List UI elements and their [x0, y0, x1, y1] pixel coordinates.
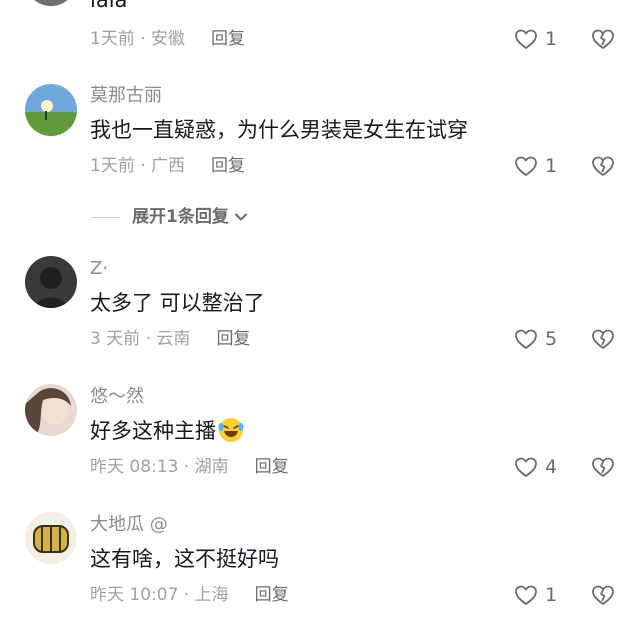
- dislike-button[interactable]: [590, 327, 616, 351]
- comment-meta: 1天前 · 广西 回复: [90, 155, 245, 177]
- avatar[interactable]: [25, 512, 77, 564]
- heart-outline-icon: [515, 156, 537, 176]
- broken-heart-icon: [592, 457, 614, 477]
- reply-button[interactable]: 回复: [211, 28, 245, 50]
- dislike-button[interactable]: [590, 455, 616, 479]
- avatar[interactable]: [25, 256, 77, 308]
- username[interactable]: 悠～然: [90, 386, 144, 408]
- heart-outline-icon: [515, 29, 537, 49]
- like-button[interactable]: 4: [514, 456, 557, 478]
- comment-text: 太多了 可以整治了: [90, 291, 265, 315]
- like-count: 1: [545, 584, 558, 606]
- broken-heart-icon: [592, 585, 614, 605]
- expand-replies-label: 展开1条回复: [132, 207, 229, 227]
- like-count: 5: [545, 328, 558, 350]
- dislike-button[interactable]: [590, 154, 616, 178]
- divider: [90, 216, 120, 218]
- like-button[interactable]: 5: [514, 328, 557, 350]
- expand-replies-button[interactable]: 展开1条回复: [90, 206, 249, 228]
- dislike-button[interactable]: [590, 27, 616, 51]
- dislike-button[interactable]: [590, 583, 616, 607]
- like-count: 1: [545, 28, 558, 50]
- reply-button[interactable]: 回复: [255, 456, 289, 478]
- heart-outline-icon: [515, 585, 537, 605]
- reply-button[interactable]: 回复: [216, 328, 250, 350]
- comment-time-location: 3 天前 · 云南: [90, 329, 191, 349]
- like-count: 4: [545, 456, 558, 478]
- comment-meta: 昨天 08:13 · 湖南 回复: [90, 456, 289, 478]
- heart-outline-icon: [515, 457, 537, 477]
- comment-meta: 昨天 10:07 · 上海 回复: [90, 584, 289, 606]
- username[interactable]: 莫那古丽: [90, 85, 162, 107]
- comment-time-location: 昨天 08:13 · 湖南: [90, 457, 229, 477]
- avatar[interactable]: [25, 384, 77, 436]
- comment-meta: 1天前 · 安徽 回复: [90, 28, 245, 50]
- reply-button[interactable]: 回复: [211, 155, 245, 177]
- username[interactable]: 大地瓜 @: [90, 514, 168, 536]
- comment-text: 这有啥，这不挺好吗: [90, 547, 279, 571]
- comment-time-location: 1天前 · 广西: [90, 156, 186, 176]
- like-button[interactable]: 1: [514, 584, 557, 606]
- heart-outline-icon: [515, 329, 537, 349]
- comment-text-content: 好多这种主播: [90, 419, 216, 443]
- comment-text: lala: [90, 0, 128, 12]
- broken-heart-icon: [592, 329, 614, 349]
- broken-heart-icon: [592, 29, 614, 49]
- username[interactable]: Z·: [90, 258, 108, 280]
- comment-time-location: 1天前 · 安徽: [90, 29, 186, 49]
- like-button[interactable]: 1: [514, 28, 557, 50]
- chevron-down-icon: [234, 213, 247, 221]
- rofl-emoji-icon: [218, 418, 244, 442]
- comment-meta: 3 天前 · 云南 回复: [90, 328, 250, 350]
- comment-text: 我也一直疑惑，为什么男装是女生在试穿: [90, 118, 468, 142]
- like-count: 1: [545, 155, 558, 177]
- avatar[interactable]: [25, 84, 77, 136]
- broken-heart-icon: [592, 156, 614, 176]
- avatar[interactable]: [25, 0, 77, 6]
- like-button[interactable]: 1: [514, 155, 557, 177]
- comment-time-location: 昨天 10:07 · 上海: [90, 585, 229, 605]
- reply-button[interactable]: 回复: [255, 584, 289, 606]
- comment-text: 好多这种主播: [90, 417, 244, 445]
